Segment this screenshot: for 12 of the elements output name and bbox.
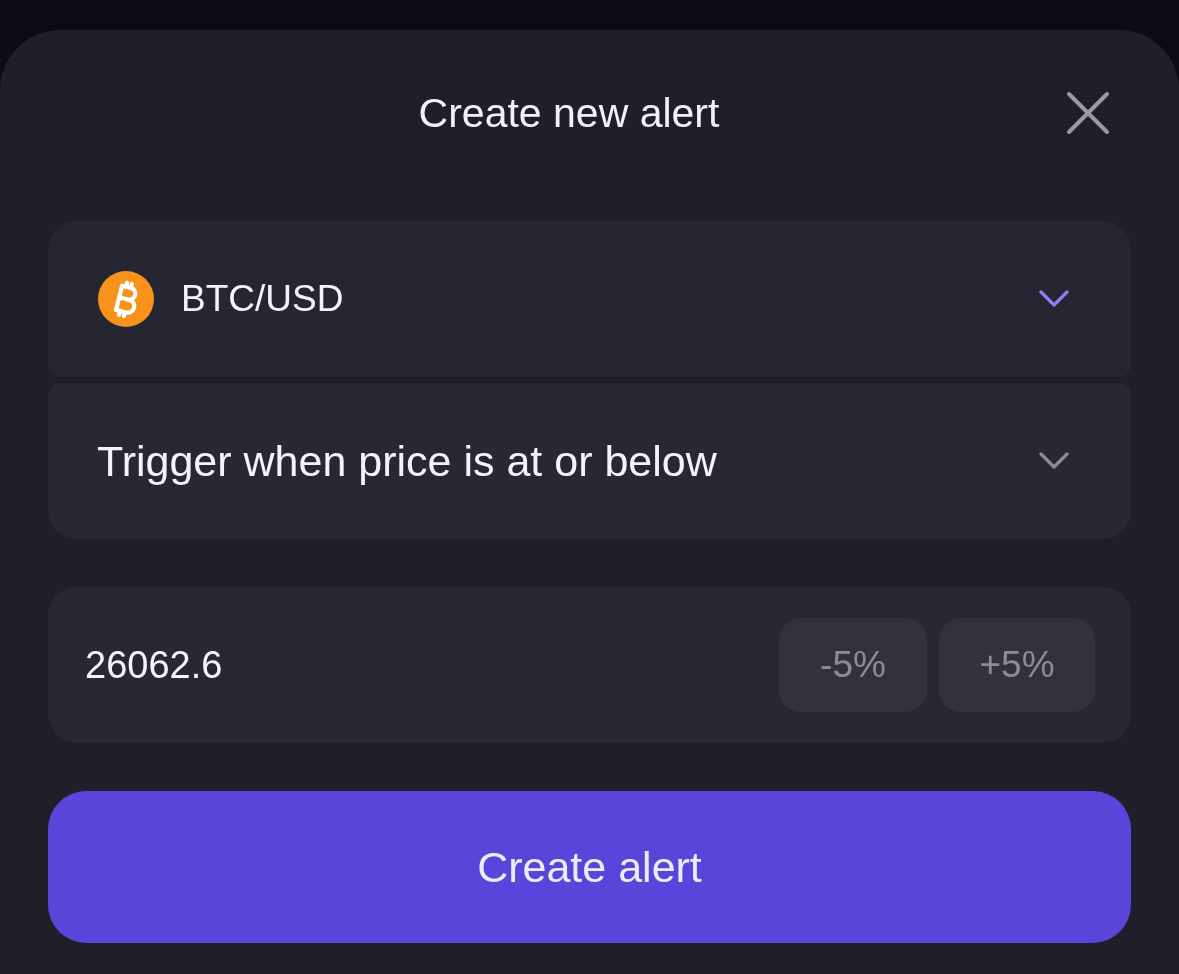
coin-icon [98,271,154,327]
price-input[interactable]: 26062.6 [85,635,767,695]
chevron-down-icon [1039,290,1069,308]
pair-dropdown[interactable]: BTC/USD [48,221,1131,377]
percent-button[interactable]: -5% [779,618,927,712]
condition-dropdown[interactable]: Trigger when price is at or below [48,383,1131,539]
dialog-title: Create new alert [417,89,721,138]
create-alert-button[interactable]: Create alert [48,791,1131,943]
percent-button[interactable]: +5% [939,618,1095,712]
close-icon [1066,91,1110,135]
close-button[interactable] [1066,91,1110,135]
chevron-down-icon [1039,452,1069,470]
